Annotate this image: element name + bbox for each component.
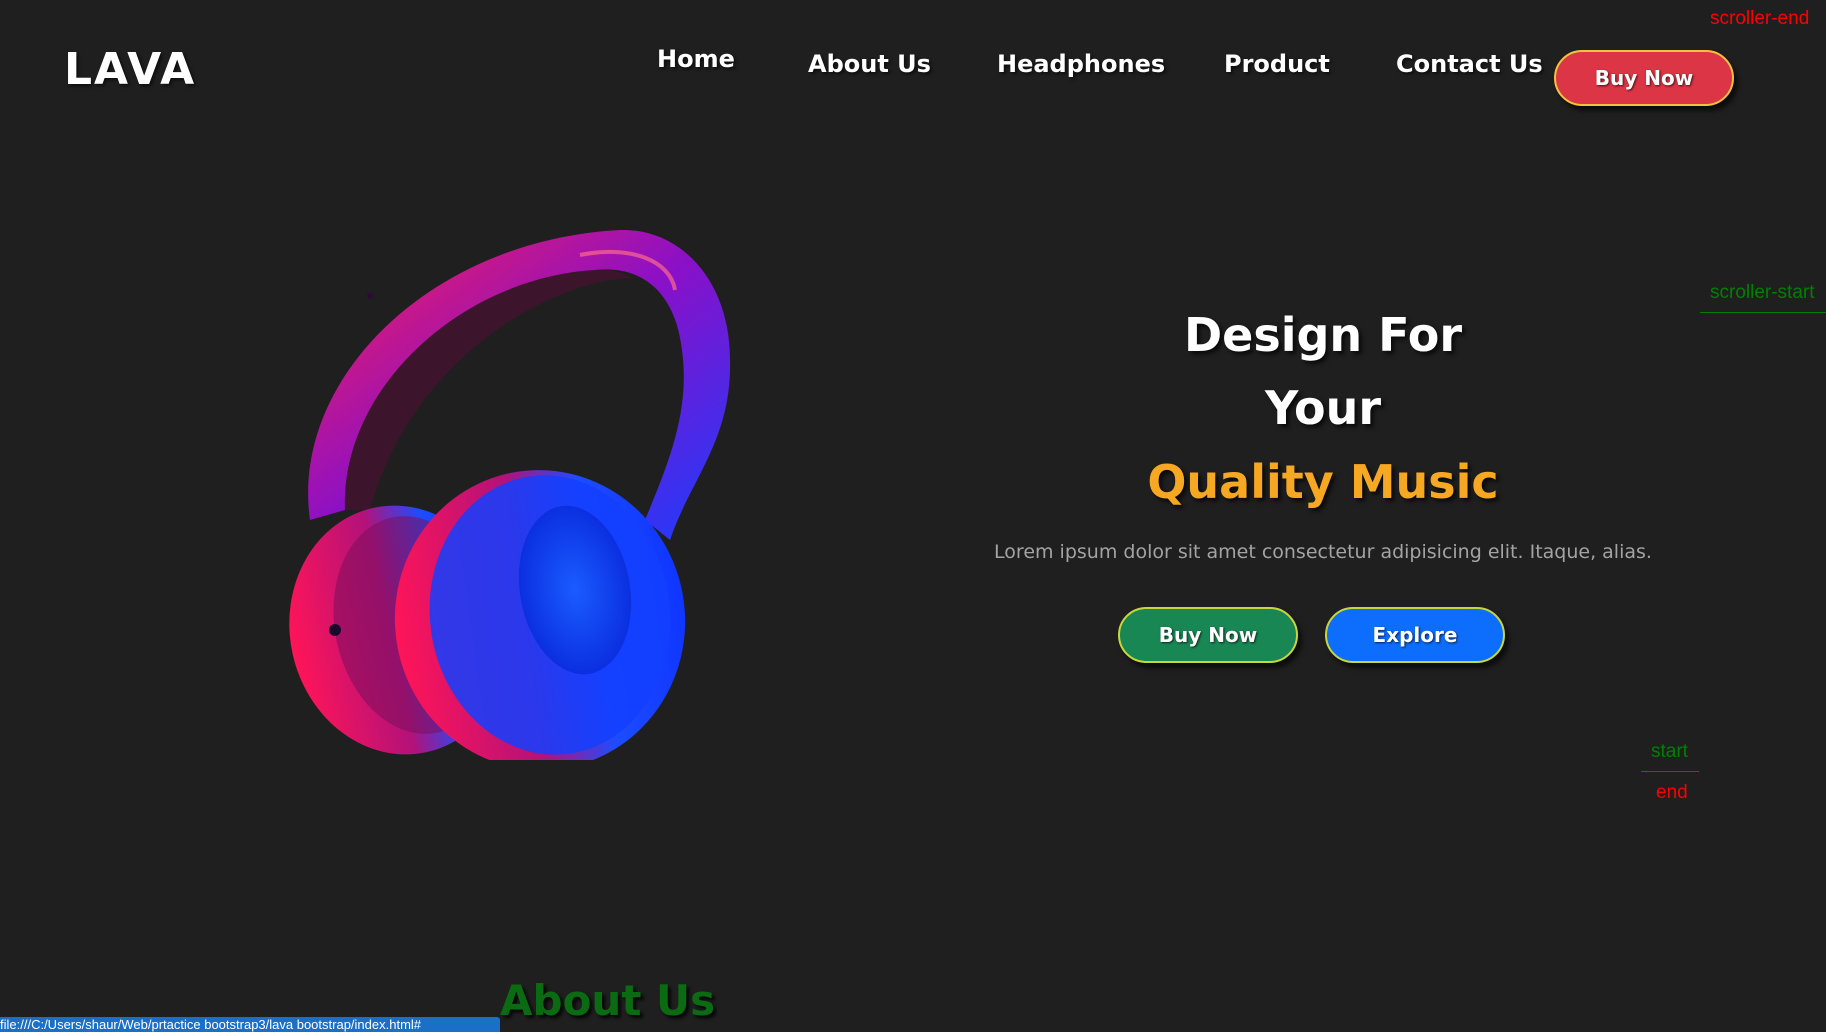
hero-title-line-1: Design For — [1183, 308, 1463, 362]
hero-title-line-2: Your — [1264, 381, 1382, 435]
hero-title-line-3: Quality Music — [1147, 455, 1499, 509]
headphones-icon — [250, 220, 750, 770]
hero-buy-now-button[interactable]: Buy Now — [1118, 607, 1298, 663]
hero-explore-button[interactable]: Explore — [1325, 607, 1505, 663]
scroller-start-line — [1700, 312, 1826, 313]
start-line — [1641, 771, 1699, 772]
scroller-end-marker: scroller-end — [1710, 8, 1810, 29]
brand-logo[interactable]: LAVA — [64, 44, 196, 95]
nav-headphones[interactable]: Headphones — [997, 50, 1165, 78]
about-us-heading: About Us — [500, 976, 716, 1025]
nav-contact-us[interactable]: Contact Us — [1396, 50, 1543, 78]
nav-product[interactable]: Product — [1224, 50, 1330, 78]
nav-home[interactable]: Home — [657, 45, 735, 73]
scroller-start-marker: scroller-start — [1710, 282, 1815, 303]
browser-status-url: file:///C:/Users/shaur/Web/prtactice boo… — [0, 1017, 500, 1032]
hero-description: Lorem ipsum dolor sit amet consectetur a… — [994, 541, 1652, 563]
start-marker: start — [1651, 741, 1688, 762]
nav-about-us[interactable]: About Us — [808, 50, 931, 78]
nav-buy-now-button[interactable]: Buy Now — [1554, 50, 1734, 106]
end-marker: end — [1656, 782, 1688, 803]
